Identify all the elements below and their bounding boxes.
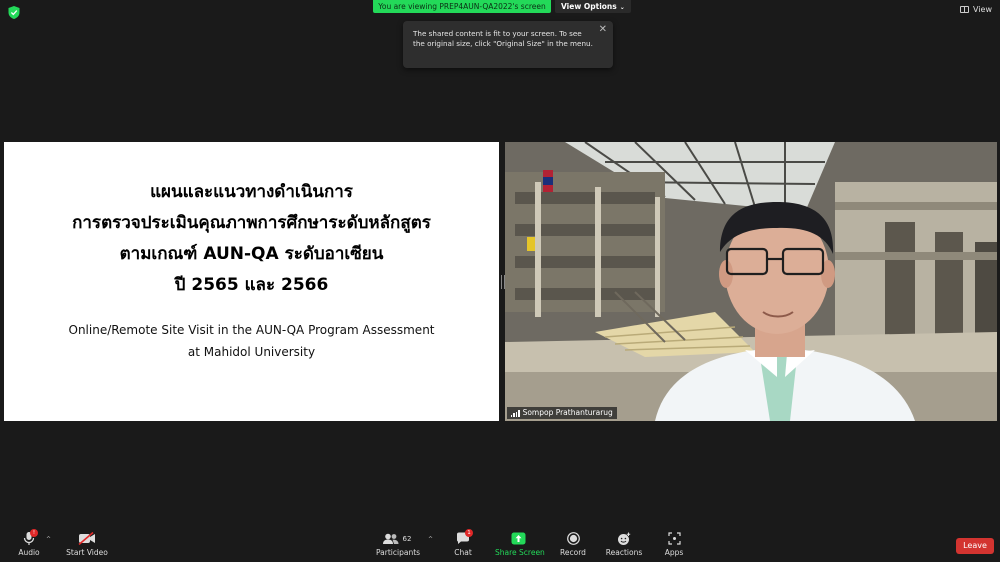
share-screen-label: Share Screen — [495, 548, 545, 557]
apps-icon — [667, 532, 681, 545]
view-options-label: View Options — [561, 2, 617, 11]
participants-button[interactable]: 62 Participants — [376, 530, 421, 557]
viewing-banner: You are viewing PREP4AUN-QA2022's screen — [373, 0, 551, 13]
record-label: Record — [560, 548, 586, 557]
record-button[interactable]: Record — [558, 530, 588, 557]
signal-strength-icon — [511, 409, 520, 417]
apps-button[interactable]: Apps — [660, 530, 688, 557]
meeting-toolbar: ! Audio ^ Start Video 62 Participants ^ — [0, 526, 1000, 562]
chevron-down-icon: ⌄ — [619, 4, 625, 11]
audio-options-caret-icon[interactable]: ^ — [46, 536, 51, 543]
participant-video — [505, 142, 997, 421]
start-video-button[interactable]: Start Video — [66, 530, 108, 557]
shared-slide: แผนและแนวทางดำเนินการ การตรวจประเมินคุณภ… — [4, 142, 499, 421]
leave-button[interactable]: Leave — [956, 538, 994, 554]
encryption-shield-icon[interactable] — [8, 6, 20, 19]
audio-warning-badge: ! — [30, 529, 38, 537]
chat-unread-badge: 1 — [465, 529, 473, 537]
audio-label: Audio — [18, 548, 40, 557]
participants-label: Participants — [376, 548, 421, 557]
slide-thai-line-2: การตรวจประเมินคุณภาพการศึกษาระดับหลักสูต… — [72, 213, 431, 233]
reactions-label: Reactions — [605, 548, 643, 557]
video-off-icon — [78, 532, 95, 545]
slide-english-line-2: at Mahidol University — [187, 345, 316, 359]
tooltip-text: The shared content is fit to your screen… — [413, 29, 593, 48]
chat-label: Chat — [454, 548, 472, 557]
participants-count: 62 — [402, 534, 412, 543]
audio-button[interactable]: ! Audio — [14, 529, 44, 557]
view-grid-icon — [960, 6, 970, 13]
slide-thai-line-4: ปี 2565 และ 2566 — [174, 275, 329, 295]
close-icon[interactable]: ✕ — [599, 25, 607, 35]
reactions-button[interactable]: Reactions — [605, 530, 643, 557]
slide-thai-line-3: ตามเกณฑ์ AUN-QA ระดับอาเซียน — [119, 244, 384, 264]
view-label: View — [973, 5, 992, 14]
record-icon — [566, 532, 580, 545]
share-screen-button[interactable]: Share Screen — [495, 530, 545, 557]
view-button[interactable]: View — [960, 5, 992, 14]
participant-name-tag: Sompop Prathanturarug — [507, 407, 617, 419]
fit-to-screen-tooltip: The shared content is fit to your screen… — [403, 21, 613, 68]
start-video-label: Start Video — [66, 548, 108, 557]
apps-label: Apps — [664, 548, 684, 557]
video-scene — [505, 142, 997, 421]
reactions-icon — [618, 532, 631, 545]
view-options-button[interactable]: View Options ⌄ — [555, 0, 631, 13]
participants-options-caret-icon[interactable]: ^ — [428, 536, 433, 543]
chat-button[interactable]: 1 Chat — [450, 529, 476, 557]
slide-english-line-1: Online/Remote Site Visit in the AUN-QA P… — [68, 323, 435, 337]
participants-icon — [382, 533, 399, 544]
slide-thai-line-1: แผนและแนวทางดำเนินการ — [150, 182, 353, 202]
share-screen-icon — [511, 532, 525, 545]
participant-name: Sompop Prathanturarug — [522, 408, 613, 417]
